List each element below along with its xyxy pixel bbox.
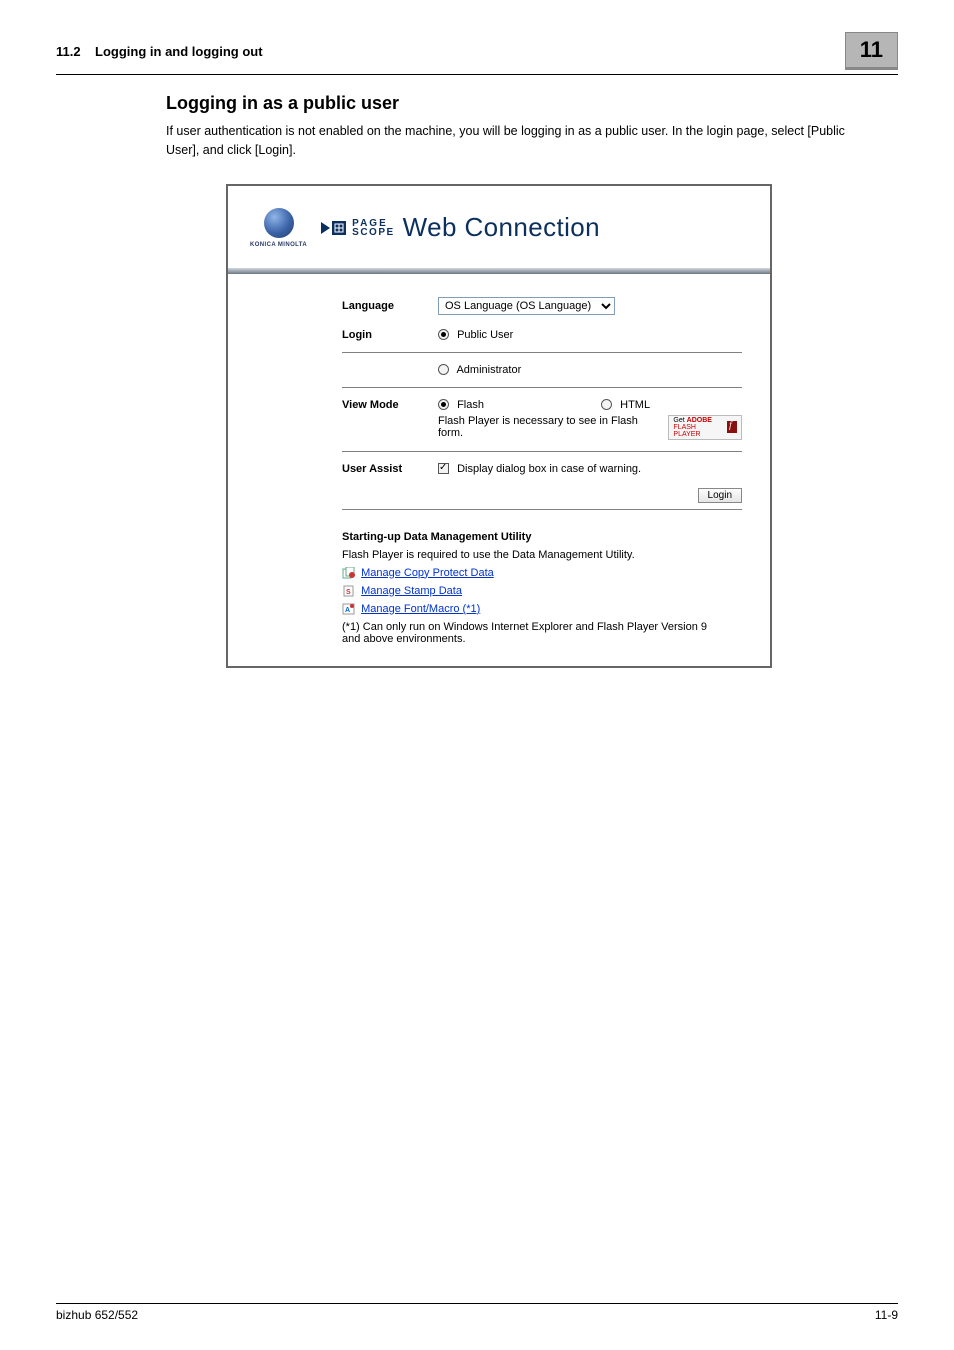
login-screenshot: KONICA MINOLTA PAGE SCOPE [226, 184, 772, 668]
pagescope-logo: PAGE SCOPE Web Connection [321, 212, 600, 243]
svg-text:A: A [345, 607, 350, 614]
flash-note: Flash Player is necessary to see in Flas… [438, 415, 662, 439]
pagescope-triangle-icon [321, 222, 330, 234]
data-management-heading: Starting-up Data Management Utility [342, 528, 748, 546]
flash-f-icon [727, 421, 737, 433]
language-label: Language [342, 300, 438, 312]
flash-radio[interactable] [438, 399, 449, 410]
section-number: 11.2 [56, 44, 81, 59]
public-user-option: Public User [457, 329, 513, 341]
view-mode-label: View Mode [342, 399, 438, 411]
manage-font-macro-link[interactable]: Manage Font/Macro (*1) [361, 603, 480, 615]
km-logo-text: KONICA MINOLTA [250, 242, 307, 248]
administrator-radio[interactable] [438, 364, 449, 375]
get-adobe-flash-badge[interactable]: Get ADOBE FLASH PLAYER [668, 415, 742, 440]
separator [342, 451, 742, 452]
administrator-option: Administrator [456, 364, 521, 376]
font-macro-icon: A [342, 603, 356, 615]
login-label: Login [342, 329, 438, 341]
flash-option: Flash [457, 399, 484, 411]
chapter-tab: 11 [845, 32, 898, 70]
display-dialog-checkbox[interactable] [438, 463, 449, 474]
data-management-footnote: (*1) Can only run on Windows Internet Ex… [342, 618, 748, 648]
pagescope-square-icon [332, 221, 346, 235]
running-header: 11.2 Logging in and logging out [56, 44, 263, 59]
adobe-flash: FLASH PLAYER [673, 424, 700, 438]
svg-text:S: S [346, 589, 351, 596]
konica-minolta-logo: KONICA MINOLTA [250, 208, 307, 248]
section-title: Logging in and logging out [95, 44, 263, 59]
web-connection-title: Web Connection [403, 212, 600, 243]
data-management-note: Flash Player is required to use the Data… [342, 546, 748, 564]
pagescope-scope: SCOPE [352, 228, 395, 237]
adobe-get: Get [673, 417, 684, 424]
page-heading: Logging in as a public user [166, 93, 898, 114]
user-assist-label: User Assist [342, 463, 438, 475]
footer-model: bizhub 652/552 [56, 1308, 138, 1322]
html-radio[interactable] [601, 399, 612, 410]
manage-copy-protect-link[interactable]: Manage Copy Protect Data [361, 567, 494, 579]
copy-protect-icon [342, 567, 356, 579]
body-paragraph: If user authentication is not enabled on… [56, 122, 898, 160]
separator [342, 509, 742, 510]
stamp-icon: S [342, 585, 356, 597]
public-user-radio[interactable] [438, 329, 449, 340]
footer-page-number: 11-9 [875, 1308, 898, 1322]
gradient-separator [228, 268, 770, 274]
manage-stamp-link[interactable]: Manage Stamp Data [361, 585, 462, 597]
login-button[interactable]: Login [698, 488, 742, 503]
separator [342, 387, 742, 388]
language-select[interactable]: OS Language (OS Language) [438, 297, 615, 315]
display-dialog-option: Display dialog box in case of warning. [457, 463, 641, 475]
adobe-name: ADOBE [687, 417, 712, 424]
globe-icon [264, 208, 294, 238]
html-option: HTML [620, 399, 650, 411]
separator [342, 352, 742, 353]
